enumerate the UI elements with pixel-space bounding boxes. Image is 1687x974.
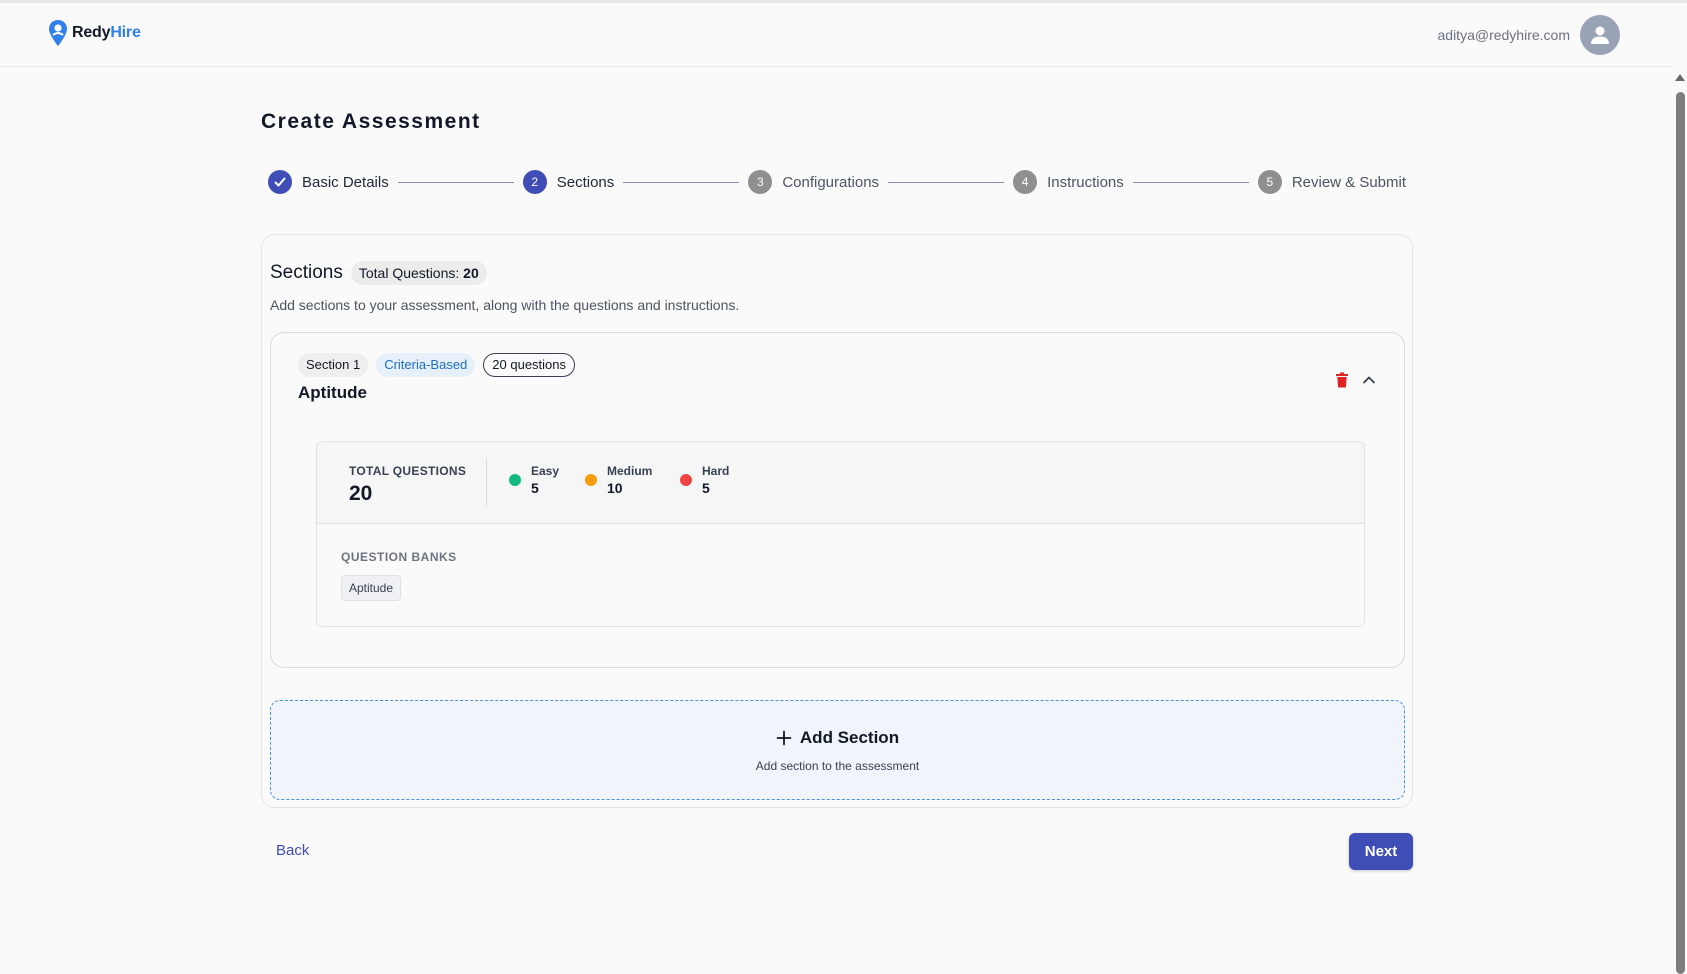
plus-icon [776,730,792,746]
total-questions-label: TOTAL QUESTIONS [349,464,467,478]
step-number: 5 [1257,170,1282,194]
total-questions-value: 20 [463,265,479,281]
user-icon [1591,26,1609,44]
location-pin-icon [49,20,67,46]
difficulty-hard: Hard 5 [680,464,729,496]
scroll-up-arrow-icon[interactable] [1675,74,1685,81]
question-stats: TOTAL QUESTIONS 20 Easy 5 Medium 10 Hard… [317,442,1364,524]
step-number: 3 [748,170,773,194]
add-section-button[interactable]: Add Section Add section to the assessmen… [270,700,1405,800]
page-title: Create Assessment [261,110,481,133]
trash-icon[interactable] [1333,371,1351,389]
difficulty-count: 5 [702,480,710,496]
medium-dot-icon [585,474,597,486]
add-section-header: Add Section [271,728,1404,748]
difficulty-label: Easy [531,464,560,478]
difficulty-label: Hard [702,464,730,478]
step-label: Sections [556,173,615,191]
section-chips: Section 1 Criteria-Based 20 questions [298,353,576,377]
section-type-badge: Criteria-Based [376,353,476,377]
check-circle-icon [268,170,292,194]
section-name: Aptitude [298,383,367,402]
brand-name: RedyHire [72,24,141,42]
question-banks-label: QUESTION BANKS [341,550,457,564]
page-scrollbar[interactable] [1673,70,1687,974]
hard-dot-icon [680,474,692,486]
step-connector [1132,181,1249,183]
step-number: 2 [522,170,547,194]
chevron-up-icon[interactable] [1360,371,1378,389]
stepper: Basic Details 2 Sections 3 Configuration… [268,170,1406,194]
step-configurations[interactable]: 3 Configurations [748,170,879,194]
stats-divider [486,458,487,506]
difficulty-count: 5 [531,480,539,496]
add-section-subtitle: Add section to the assessment [755,759,920,773]
brand-name-first: Redy [72,24,111,41]
total-questions-value: 20 [349,482,373,505]
sections-header: Sections Total Questions: 20 [270,261,487,285]
sections-title: Sections [270,262,343,283]
next-button[interactable]: Next [1349,833,1413,870]
question-bank-chip: Aptitude [341,575,402,601]
user-email: aditya@redyhire.com [1437,27,1571,43]
difficulty-medium: Medium 10 [585,464,652,496]
step-label: Instructions [1047,173,1124,191]
total-questions-badge: Total Questions: 20 [350,261,487,285]
add-section-title: Add Section [799,728,900,747]
section-index-badge: Section 1 [298,353,369,377]
easy-dot-icon [509,474,521,486]
step-connector [623,181,740,183]
difficulty-count: 10 [607,480,623,496]
step-review-submit[interactable]: 5 Review & Submit [1257,170,1407,194]
step-instructions[interactable]: 4 Instructions [1013,170,1124,194]
section-details: TOTAL QUESTIONS 20 Easy 5 Medium 10 Hard… [316,441,1365,627]
difficulty-label: Medium [607,464,653,478]
app-header: RedyHire aditya@redyhire.com [0,3,1672,67]
section-question-count-badge: 20 questions [483,353,576,377]
difficulty-easy: Easy 5 [509,464,559,496]
total-questions-label: Total Questions: [358,265,460,281]
sections-card: Sections Total Questions: 20 Add section… [261,234,1413,808]
step-connector [888,181,1005,183]
avatar[interactable] [1580,15,1620,55]
step-sections[interactable]: 2 Sections [522,170,615,194]
section-item: Section 1 Criteria-Based 20 questions Ap… [270,332,1405,668]
logo[interactable]: RedyHire [48,19,141,47]
back-button[interactable]: Back [276,842,309,859]
user-menu[interactable]: aditya@redyhire.com [1437,15,1620,55]
scroll-thumb[interactable] [1676,92,1685,974]
step-label: Review & Submit [1291,173,1407,191]
brand-name-second: Hire [110,24,141,41]
step-basic-details[interactable]: Basic Details [268,170,389,194]
step-number: 4 [1013,170,1038,194]
sections-description: Add sections to your assessment, along w… [270,297,740,313]
step-label: Configurations [782,173,880,191]
step-label: Basic Details [302,173,389,191]
step-connector [397,181,514,183]
